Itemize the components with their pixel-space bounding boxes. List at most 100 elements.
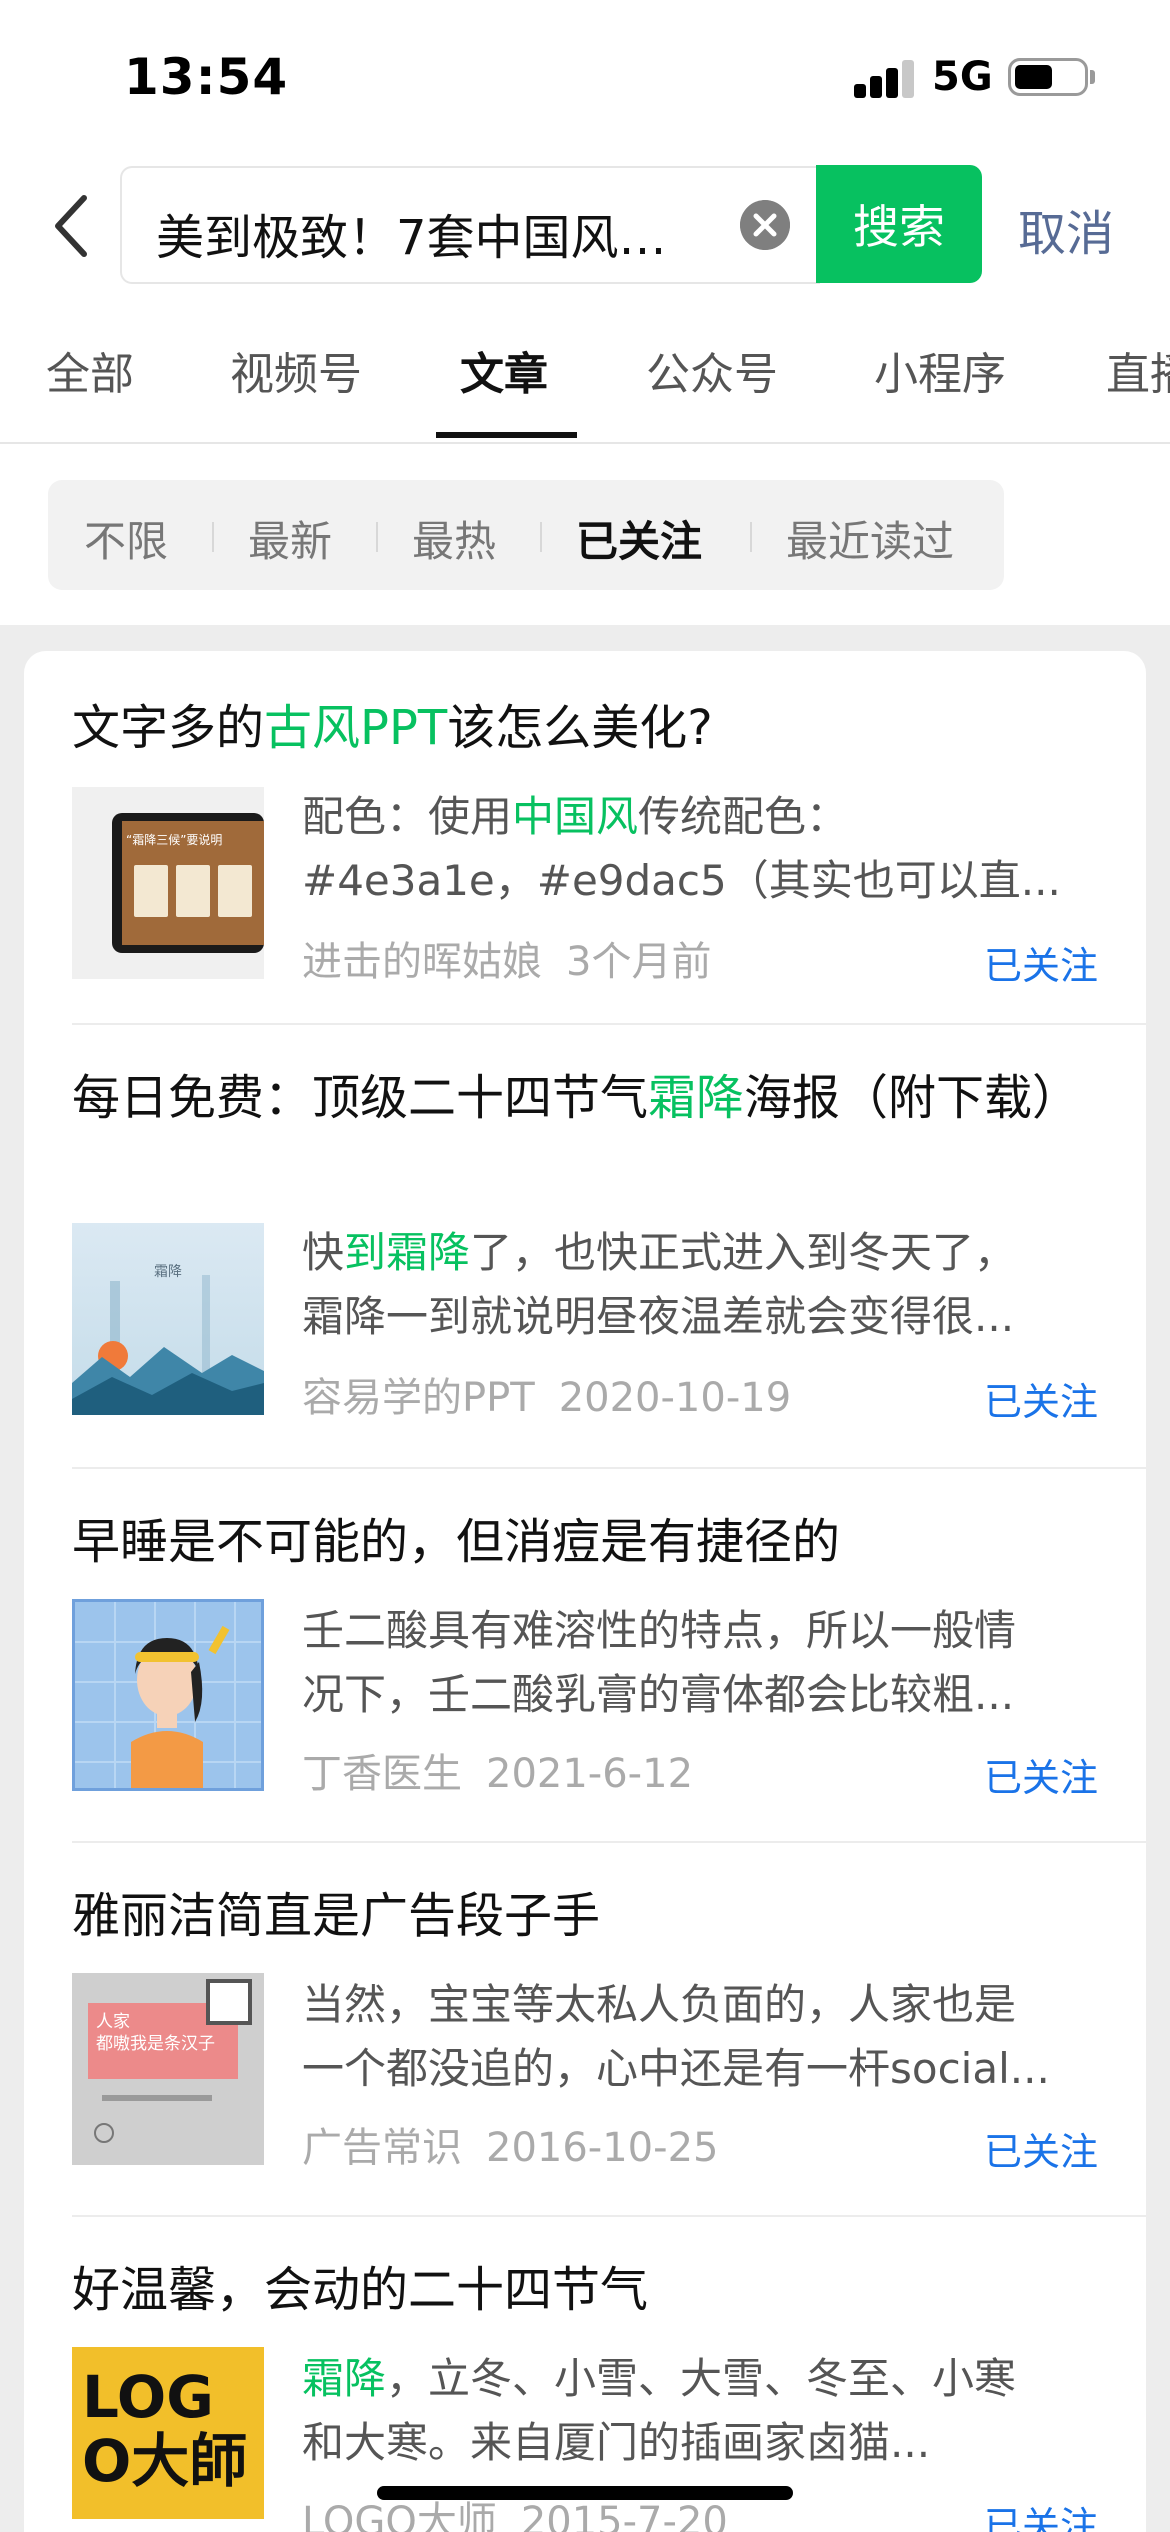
search-button[interactable]: 搜索 — [816, 165, 982, 283]
article-author[interactable]: 丁香医生 — [302, 1751, 462, 1797]
item-divider — [72, 1841, 1146, 1843]
thumbnail-caption: 霜降 — [154, 1264, 182, 1280]
text-segment: 文字多的 — [72, 700, 265, 756]
category-tabs: 全部 视频号 文章 公众号 小程序 直播 — [0, 338, 1170, 442]
article-result[interactable]: 每日免费：顶级二十四节气霜降海报（附下载） 霜降 快到霜降了，也快正式进入到冬天… — [72, 1063, 1146, 1443]
followed-badge: 已关注 — [983, 2504, 1098, 2532]
article-date: 3个月前 — [566, 939, 712, 985]
article-date: 2015-7-20 — [520, 2499, 728, 2532]
followed-badge: 已关注 — [983, 1380, 1098, 1424]
item-divider — [72, 2215, 1146, 2217]
filter-divider — [750, 522, 752, 552]
text-segment: 壬二酸具有难溶性的特点，所以一般情 — [302, 1606, 1017, 1655]
back-chevron-icon[interactable] — [44, 184, 104, 268]
article-thumbnail[interactable]: LOGO大師 — [72, 2347, 264, 2519]
article-result[interactable]: 雅丽洁简直是广告段子手 人家 都嗷我是条汉子 当然，宝宝等太私人负面的，人家也是… — [72, 1881, 1146, 2211]
search-input[interactable]: 美到极致！7套中国风… — [120, 166, 820, 284]
filter-hottest[interactable]: 最热 — [412, 508, 496, 569]
results-list: 文字多的古风PPT该怎么美化? “霜降三候”要说明 配色：使用中国风传统配色： … — [24, 651, 1146, 2532]
article-thumbnail[interactable]: 霜降 — [72, 1223, 264, 1415]
keyword-highlight: 到霜降 — [344, 1228, 471, 1277]
search-query[interactable]: 美到极致！7套中国风… — [156, 198, 716, 268]
article-meta: 容易学的PPT 2020-10-19 — [302, 1365, 791, 1423]
article-title[interactable]: 好温馨，会动的二十四节气 — [72, 2255, 1102, 2325]
filter-recently-read[interactable]: 最近读过 — [786, 508, 954, 569]
tab-all[interactable]: 全部 — [46, 338, 134, 402]
network-type: 5G — [932, 54, 993, 100]
cancel-button[interactable]: 取消 — [1018, 194, 1114, 264]
text-segment: 雅丽洁简直是广告段子手 — [72, 1888, 601, 1944]
tab-mini-programs[interactable]: 小程序 — [874, 338, 1006, 402]
article-author[interactable]: 进击的晖姑娘 — [302, 939, 542, 985]
text-segment: #4e3a1e，#e9dac5（其实也可以直... — [302, 856, 1061, 905]
article-author[interactable]: 广告常识 — [302, 2125, 462, 2171]
article-title[interactable]: 每日免费：顶级二十四节气霜降海报（附下载） — [72, 1063, 1102, 1133]
keyword-highlight: 霜降 — [648, 1070, 745, 1126]
article-meta: 广告常识 2016-10-25 — [302, 2115, 718, 2173]
article-snippet: 当然，宝宝等太私人负面的，人家也是 一个都没追的，心中还是有一杆social..… — [302, 1973, 1102, 2101]
article-thumbnail[interactable]: 人家 都嗷我是条汉子 — [72, 1973, 264, 2165]
article-date: 2020-10-19 — [558, 1375, 792, 1421]
article-thumbnail[interactable] — [72, 1599, 264, 1791]
tabs-divider — [0, 442, 1170, 444]
article-title[interactable]: 早睡是不可能的，但消痘是有捷径的 — [72, 1507, 1102, 1577]
girl-illustration — [75, 1602, 261, 1788]
text-segment: 一个都没追的，心中还是有一杆social... — [302, 2044, 1050, 2093]
text-segment: 况下，壬二酸乳膏的膏体都会比较粗... — [302, 1670, 1015, 1719]
text-segment: 霜降一到就说明昼夜温差就会变得很... — [302, 1292, 1015, 1341]
battery-icon — [1008, 58, 1088, 96]
article-title[interactable]: 雅丽洁简直是广告段子手 — [72, 1881, 1102, 1951]
tab-official-accounts[interactable]: 公众号 — [646, 338, 778, 402]
article-snippet: 霜降，立冬、小雪、大雪、冬至、小寒 和大寒。来自厦门的插画家卤猫... — [302, 2347, 1102, 2475]
clear-search-icon[interactable] — [740, 200, 790, 250]
article-date: 2016-10-25 — [486, 2125, 719, 2171]
article-thumbnail[interactable]: “霜降三候”要说明 — [72, 787, 264, 979]
text-segment: 和大寒。来自厦门的插画家卤猫... — [302, 2418, 931, 2467]
filter-latest[interactable]: 最新 — [248, 508, 332, 569]
item-divider — [72, 1023, 1146, 1025]
logo-mark: LOGO大師 — [82, 2363, 248, 2495]
article-snippet: 壬二酸具有难溶性的特点，所以一般情 况下，壬二酸乳膏的膏体都会比较粗... — [302, 1599, 1102, 1727]
cellular-signal-icon — [854, 58, 916, 98]
filter-unlimited[interactable]: 不限 — [84, 508, 168, 569]
text-segment: 海报（附下载） — [744, 1070, 1081, 1126]
item-divider — [72, 1467, 1146, 1469]
mountains-graphic — [72, 1347, 264, 1415]
followed-badge: 已关注 — [983, 944, 1098, 988]
text-segment: 传统配色： — [638, 792, 849, 841]
home-indicator[interactable] — [377, 2486, 793, 2500]
text-segment: 快 — [302, 1228, 345, 1277]
text-segment: 该怎么美化? — [447, 700, 713, 756]
keyword-highlight: 中国风 — [512, 792, 639, 841]
followed-badge: 已关注 — [983, 2130, 1098, 2174]
text-segment: 好温馨，会动的二十四节气 — [72, 2262, 649, 2318]
text-segment: 了，也快正式进入到冬天了， — [470, 1228, 1017, 1277]
tab-channels[interactable]: 视频号 — [230, 338, 362, 402]
thumbnail-caption: “霜降三候”要说明 — [126, 833, 223, 847]
keyword-highlight: 霜降 — [302, 2354, 387, 2403]
followed-badge: 已关注 — [983, 1756, 1098, 1800]
article-date: 2021-6-12 — [486, 1751, 694, 1797]
header-area: 13:54 5G 美到极致！7套中国风… 搜索 取消 全部 视频号 文章 公众号… — [0, 0, 1170, 625]
article-title[interactable]: 文字多的古风PPT该怎么美化? — [72, 693, 1102, 763]
filter-divider — [212, 522, 214, 552]
article-result[interactable]: 早睡是不可能的，但消痘是有捷径的 壬二酸具有难溶性的特点，所以一般情 况下，壬二… — [72, 1507, 1146, 1837]
text-segment: ，立冬、小雪、大雪、冬至、小寒 — [386, 2354, 1017, 2403]
article-author[interactable]: 容易学的PPT — [302, 1375, 535, 1421]
text-segment: 当然，宝宝等太私人负面的，人家也是 — [302, 1980, 1017, 2029]
article-result[interactable]: 文字多的古风PPT该怎么美化? “霜降三候”要说明 配色：使用中国风传统配色： … — [72, 693, 1146, 1023]
filter-divider — [540, 522, 542, 552]
article-snippet: 快到霜降了，也快正式进入到冬天了， 霜降一到就说明昼夜温差就会变得很... — [302, 1221, 1102, 1349]
filter-bar: 不限 最新 最热 已关注 最近读过 — [48, 480, 1004, 590]
article-snippet: 配色：使用中国风传统配色： #4e3a1e，#e9dac5（其实也可以直... — [302, 785, 1102, 913]
article-meta: 进击的晖姑娘 3个月前 — [302, 929, 711, 987]
tab-articles[interactable]: 文章 — [460, 338, 548, 402]
article-author[interactable]: LOGO大师 — [302, 2499, 497, 2532]
status-time: 13:54 — [124, 48, 289, 106]
keyword-highlight: 古风PPT — [264, 700, 448, 756]
filter-divider — [376, 522, 378, 552]
text-segment: 配色：使用 — [302, 792, 513, 841]
battery-cap — [1090, 70, 1095, 84]
filter-followed[interactable]: 已关注 — [576, 508, 702, 569]
tab-live[interactable]: 直播 — [1106, 338, 1170, 402]
